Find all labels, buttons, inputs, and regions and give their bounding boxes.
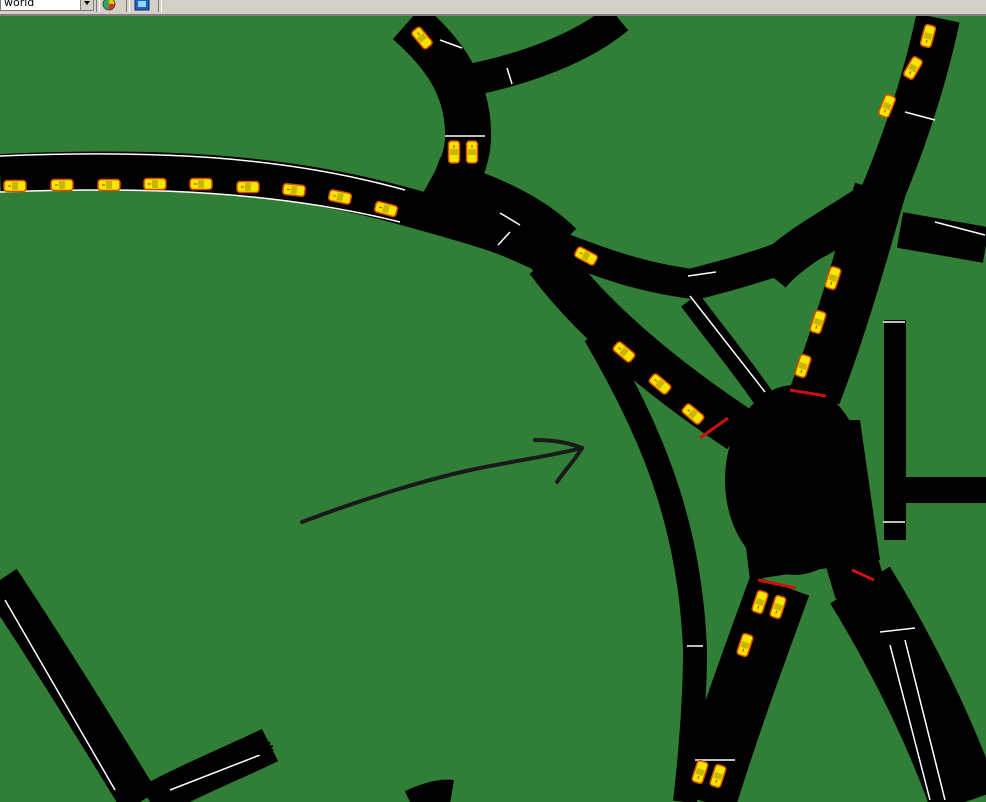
vehicle <box>50 178 74 192</box>
vehicle <box>447 140 461 164</box>
vehicle <box>3 179 27 193</box>
traffic-simulation-map[interactable] <box>0 16 986 802</box>
chevron-down-icon[interactable] <box>80 0 93 10</box>
world-select[interactable]: world <box>0 0 94 11</box>
toolbar-separator <box>96 0 100 12</box>
toolbar: world <box>0 0 986 16</box>
vehicle <box>465 140 479 164</box>
toolbar-separator <box>158 0 162 12</box>
vehicle <box>97 178 121 192</box>
color-wheel-icon[interactable] <box>101 0 117 11</box>
vehicle <box>281 182 307 198</box>
toolbar-separator <box>126 0 130 12</box>
vehicle <box>143 177 167 191</box>
vehicle <box>236 180 260 194</box>
world-select-value: world <box>4 0 35 9</box>
vehicle <box>189 177 213 191</box>
map-view-icon[interactable] <box>134 0 150 11</box>
